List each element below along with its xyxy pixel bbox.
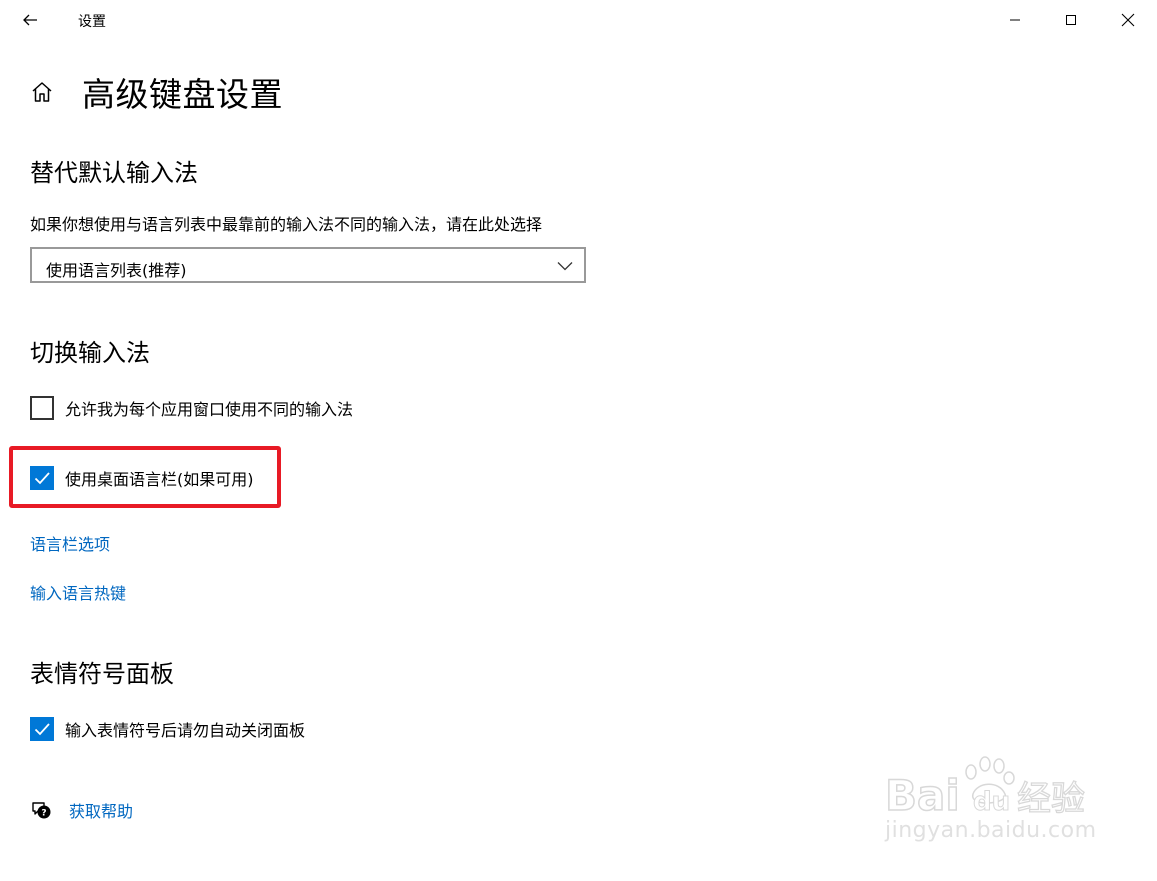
page-header: 高级键盘设置: [28, 66, 283, 118]
baidu-paw-logo: Bai du 经验: [884, 756, 1086, 821]
page-title: 高级键盘设置: [82, 75, 283, 114]
input-language-hotkeys-link[interactable]: 输入语言热键: [30, 580, 126, 604]
per-app-ime-checkbox[interactable]: [30, 396, 54, 420]
app-title: 设置: [78, 14, 106, 30]
help-chat-icon: ?: [32, 802, 51, 819]
ime-override-description: 如果你想使用与语言列表中最靠前的输入法不同的输入法，请在此处选择: [30, 215, 543, 234]
back-arrow-icon: [23, 14, 37, 26]
language-bar-options-link[interactable]: 语言栏选项: [30, 531, 110, 555]
emoji-panel-keep-open-checkbox[interactable]: [30, 717, 54, 741]
title-bar: 设置: [0, 0, 1157, 40]
emoji-panel-keep-open-label: 输入表情符号后请勿自动关闭面板: [65, 721, 306, 740]
ime-override-dropdown[interactable]: 使用语言列表(推荐): [30, 247, 586, 283]
home-button[interactable]: [28, 78, 56, 106]
baidu-jingyan-watermark: Bai du 经验 jingyan.baidu.com: [884, 752, 1105, 862]
dropdown-selected-value: 使用语言列表(推荐): [46, 261, 187, 280]
section-heading-switch-ime: 切换输入法: [30, 339, 150, 367]
checkmark-icon: [34, 723, 50, 736]
section-heading-emoji-panel: 表情符号面板: [30, 660, 174, 688]
svg-text:?: ?: [41, 809, 46, 819]
red-highlight-annotation: [9, 446, 281, 508]
svg-text:du: du: [973, 787, 1010, 817]
back-button[interactable]: [12, 2, 48, 38]
get-help-link[interactable]: ? 获取帮助: [30, 798, 133, 822]
svg-text:经验: 经验: [1017, 779, 1085, 819]
emoji-panel-checkbox-row[interactable]: 输入表情符号后请勿自动关闭面板: [30, 716, 305, 742]
maximize-button[interactable]: [1043, 0, 1099, 40]
maximize-icon: [1066, 15, 1076, 25]
per-app-ime-checkbox-row[interactable]: 允许我为每个应用窗口使用不同的输入法: [30, 395, 353, 421]
get-help-label: 获取帮助: [69, 802, 134, 821]
minimize-button[interactable]: [987, 0, 1043, 40]
settings-window: 设置 高级键盘设置 替代默认输入法 如果你想使用与语言列表中最靠前的输入法不同的…: [0, 0, 1157, 881]
section-heading-ime-override: 替代默认输入法: [30, 159, 198, 187]
minimize-icon: [1010, 19, 1020, 21]
svg-text:Bai: Bai: [885, 771, 960, 820]
home-icon: [32, 82, 52, 102]
watermark-url: jingyan.baidu.com: [885, 818, 1097, 843]
close-icon: [1121, 13, 1135, 27]
close-button[interactable]: [1100, 0, 1156, 40]
chevron-down-icon: [557, 262, 573, 271]
per-app-ime-label: 允许我为每个应用窗口使用不同的输入法: [65, 400, 354, 419]
